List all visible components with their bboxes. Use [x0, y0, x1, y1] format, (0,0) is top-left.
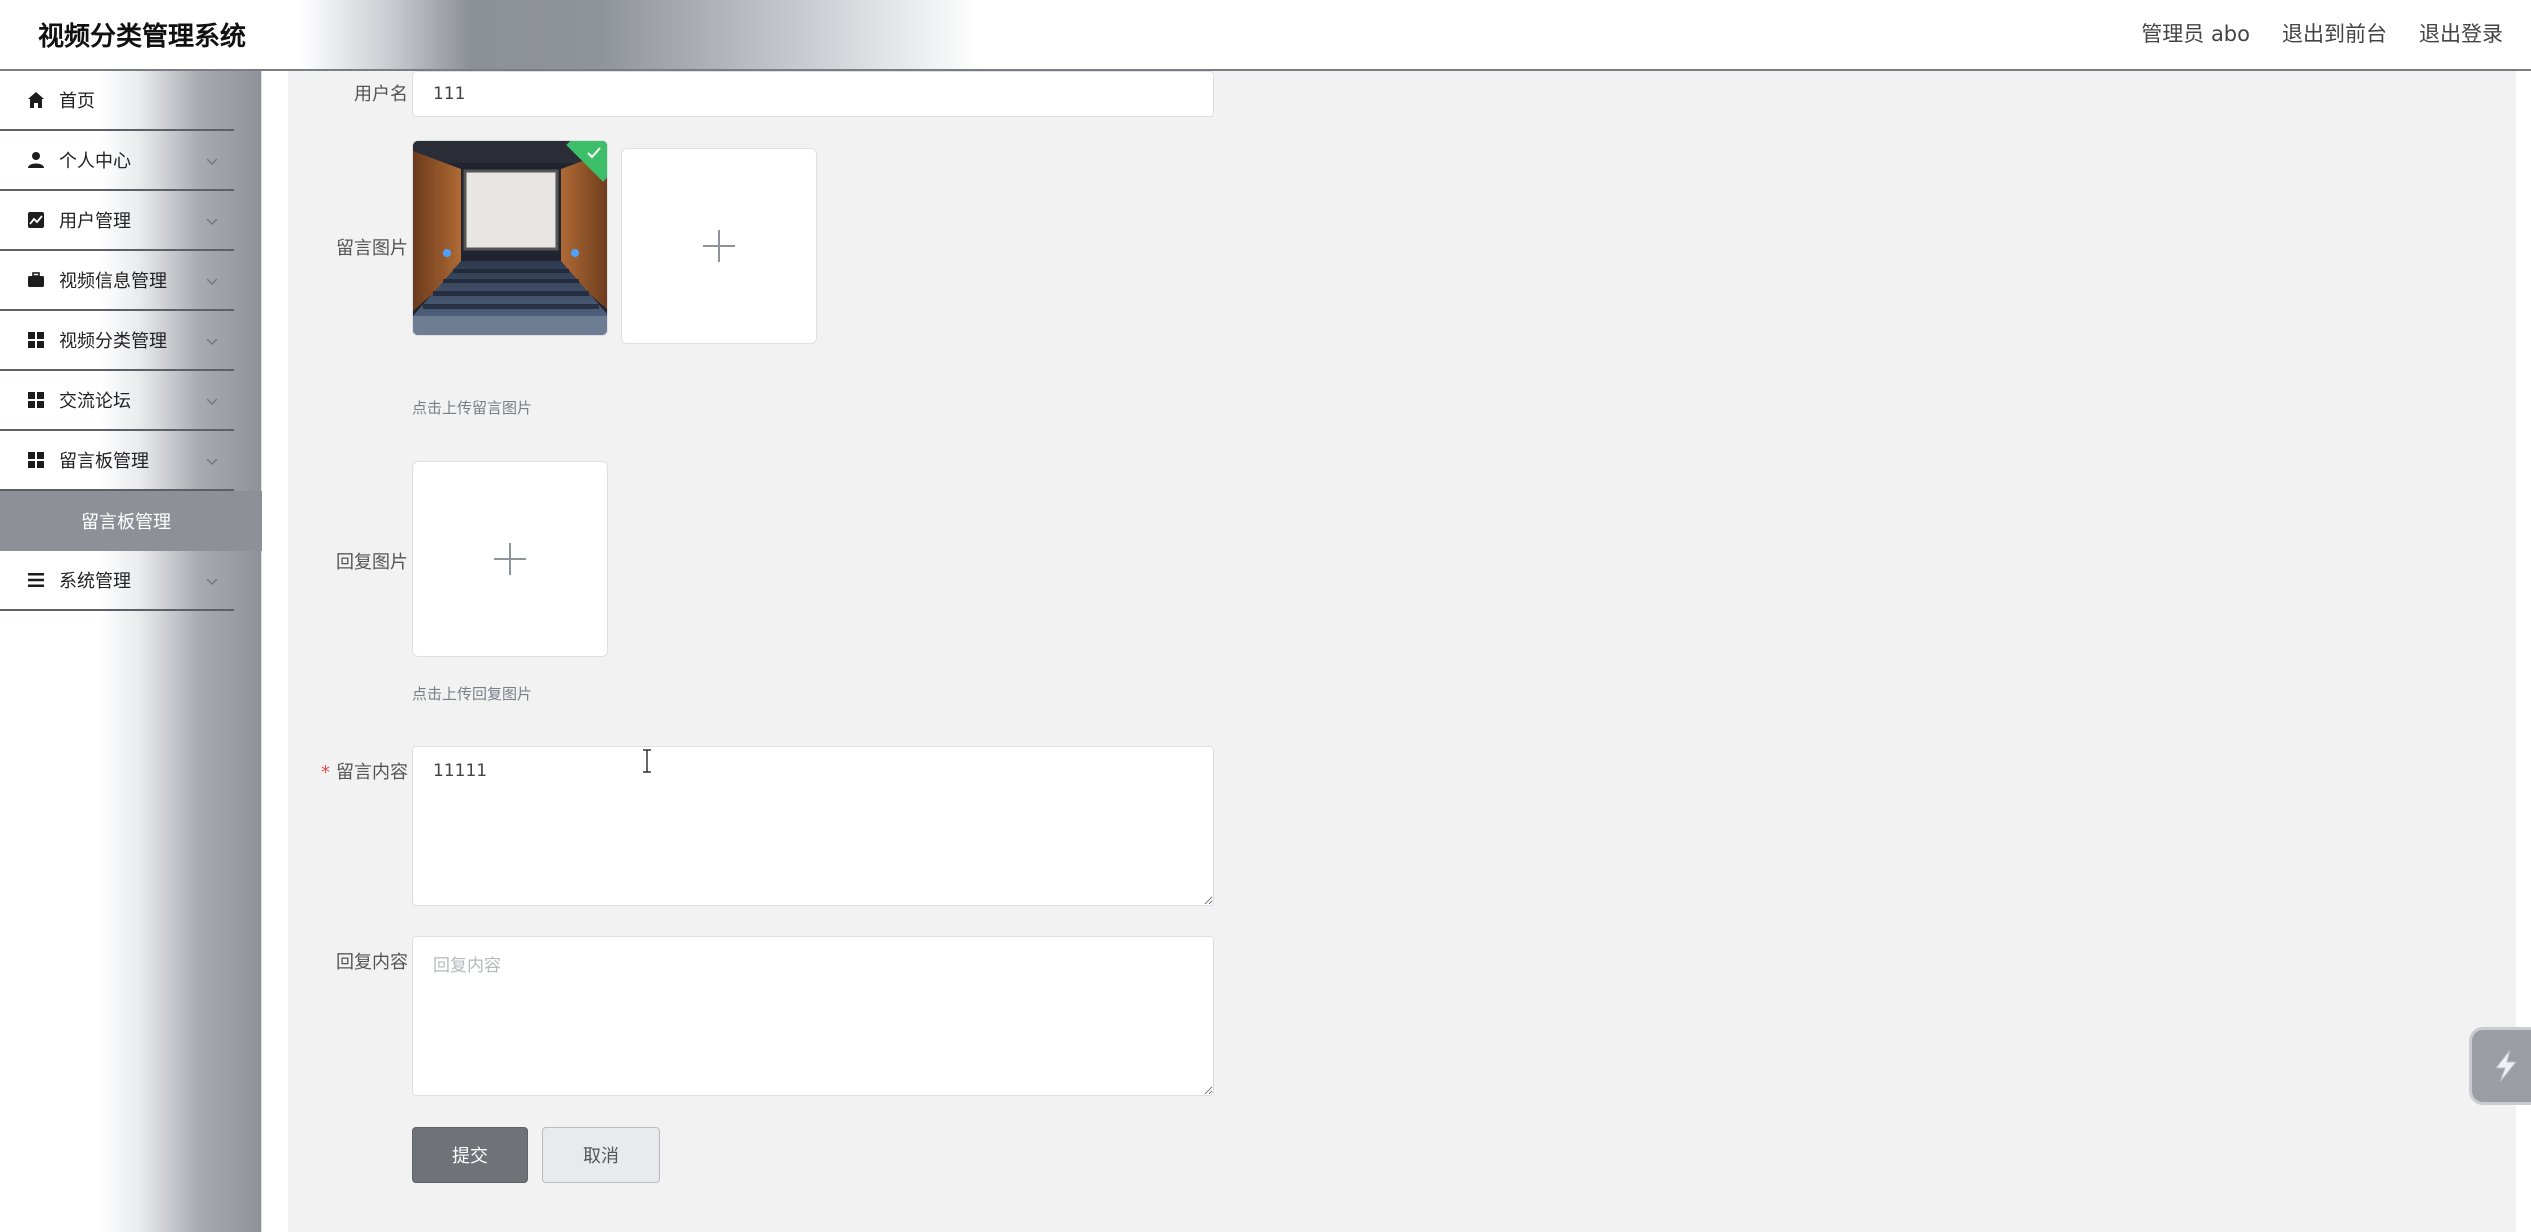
uploaded-image-thumbnail[interactable]	[412, 140, 608, 336]
message-image-upload-button[interactable]	[621, 148, 817, 344]
reply-image-label: 回复图片	[336, 552, 408, 573]
grid-icon	[27, 331, 45, 349]
sidebar-item-label: 个人中心	[59, 151, 131, 172]
sidebar-item-label: 系统管理	[59, 571, 131, 592]
sidebar-item-label: 视频分类管理	[59, 331, 167, 352]
plus-icon	[703, 230, 735, 262]
top-header: 视频分类管理系统 管理员 abo 退出到前台 退出登录	[0, 0, 2531, 71]
sidebar-item-personal-center[interactable]: 个人中心	[0, 131, 234, 191]
required-mark: *	[321, 762, 330, 783]
sidebar-item-user-management[interactable]: 用户管理	[0, 191, 234, 251]
chevron-down-icon	[206, 338, 218, 346]
menu-icon	[27, 571, 45, 589]
current-user-label: 管理员 abo	[2141, 22, 2250, 46]
chevron-down-icon	[206, 398, 218, 406]
plus-icon	[494, 543, 526, 575]
grid-icon	[27, 391, 45, 409]
chevron-up-icon	[206, 458, 218, 466]
sidebar-item-video-category[interactable]: 视频分类管理	[0, 311, 234, 371]
cinema-photo	[413, 141, 607, 335]
username-label: 用户名	[354, 84, 408, 105]
lightning-icon	[2494, 1049, 2518, 1083]
sidebar-subitem-message-board[interactable]: 留言板管理	[0, 491, 262, 551]
sidebar-item-message-board[interactable]: 留言板管理	[0, 431, 234, 491]
floating-tool-button[interactable]	[2469, 1027, 2531, 1105]
chart-icon	[27, 211, 45, 229]
sidebar-item-label: 交流论坛	[59, 391, 131, 412]
reply-image-tip: 点击上传回复图片	[412, 685, 533, 703]
reply-image-upload-button[interactable]	[412, 461, 608, 657]
submit-button[interactable]: 提交	[412, 1127, 528, 1183]
app-title: 视频分类管理系统	[38, 22, 247, 52]
sidebar-item-forum[interactable]: 交流论坛	[0, 371, 234, 431]
chevron-down-icon	[206, 218, 218, 226]
reply-textarea[interactable]	[412, 936, 1214, 1096]
message-image-tip: 点击上传留言图片	[412, 399, 533, 417]
home-icon	[27, 91, 45, 109]
sidebar-item-home[interactable]: 首页	[0, 71, 234, 131]
text-cursor-icon	[643, 749, 651, 773]
sidebar-item-system[interactable]: 系统管理	[0, 551, 234, 611]
main-content: 用户名 111 留言图片 点击上传留言图片 回复图片 点击上传回复图片 * 留言…	[288, 71, 2516, 1232]
sidebar-item-label: 首页	[59, 91, 95, 112]
message-image-label: 留言图片	[336, 238, 408, 259]
sidebar: 首页 个人中心 用户管理 视频信息管理 视频分类管理 交流论坛 留言板管理 留言…	[0, 71, 262, 1232]
sidebar-item-video-info[interactable]: 视频信息管理	[0, 251, 234, 311]
briefcase-icon	[27, 271, 45, 289]
check-icon	[587, 147, 601, 159]
sidebar-subitem-label: 留言板管理	[81, 512, 171, 533]
grid-icon	[27, 451, 45, 469]
logout-link[interactable]: 退出登录	[2419, 18, 2503, 48]
chevron-down-icon	[206, 158, 218, 166]
header-actions: 管理员 abo 退出到前台 退出登录	[2141, 18, 2503, 48]
user-icon	[27, 151, 45, 169]
username-field[interactable]: 111	[412, 71, 1214, 117]
to-frontend-link[interactable]: 退出到前台	[2282, 18, 2387, 48]
sidebar-item-label: 用户管理	[59, 211, 131, 232]
content-label: * 留言内容	[288, 758, 408, 784]
chevron-down-icon	[206, 278, 218, 286]
sidebar-item-label: 留言板管理	[59, 451, 149, 472]
cancel-button[interactable]: 取消	[542, 1127, 660, 1183]
sidebar-item-label: 视频信息管理	[59, 271, 167, 292]
chevron-down-icon	[206, 578, 218, 586]
content-label-text: 留言内容	[336, 762, 408, 783]
reply-label: 回复内容	[336, 952, 408, 973]
content-textarea[interactable]	[412, 746, 1214, 906]
